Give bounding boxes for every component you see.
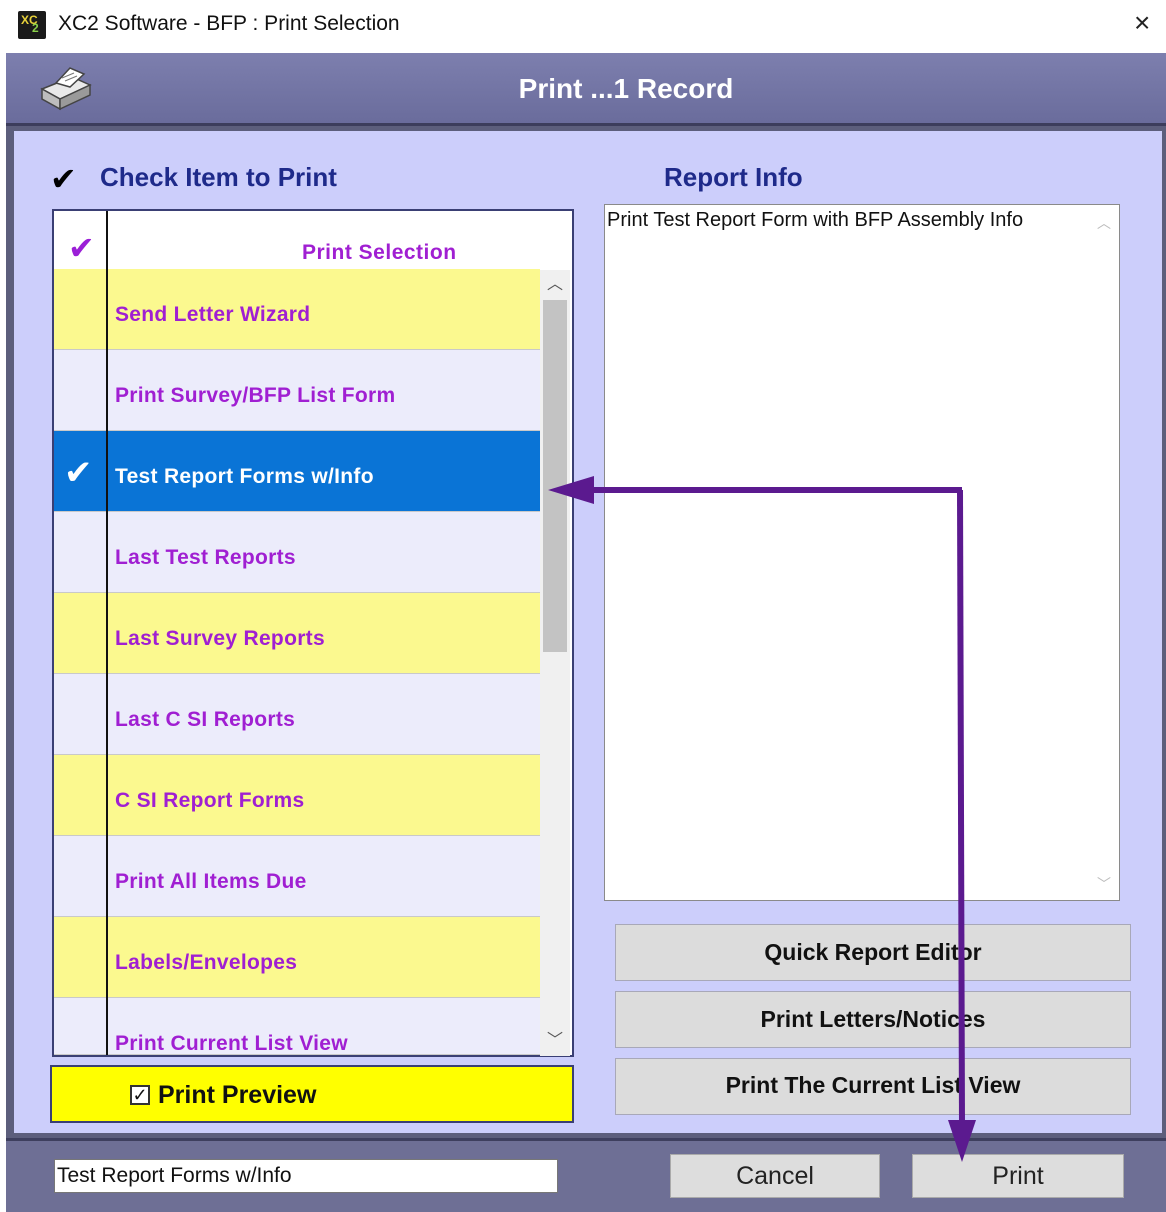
list-item[interactable]: C SI Report Forms bbox=[54, 755, 540, 836]
list-item[interactable]: Last Test Reports bbox=[54, 512, 540, 593]
print-letters-notices-button[interactable]: Print Letters/Notices bbox=[615, 991, 1131, 1048]
report-info-textbox[interactable]: Print Test Report Form with BFP Assembly… bbox=[604, 204, 1120, 901]
list-item-label: C SI Report Forms bbox=[115, 789, 305, 812]
cancel-button[interactable]: Cancel bbox=[670, 1154, 880, 1198]
list-item[interactable]: Print Current List View bbox=[54, 998, 540, 1055]
report-info-text: Print Test Report Form with BFP Assembly… bbox=[607, 209, 1024, 231]
close-icon[interactable]: × bbox=[1134, 8, 1150, 38]
list-item-label: Send Letter Wizard bbox=[115, 303, 311, 326]
header-title: Print ...1 Record bbox=[518, 73, 734, 104]
print-preview-toggle[interactable]: ✓ Print Preview bbox=[50, 1065, 574, 1123]
checkmark-icon: ✔ bbox=[68, 230, 95, 266]
header-band: Print ...1 Record bbox=[6, 53, 1166, 126]
print-preview-label: Print Preview bbox=[158, 1081, 317, 1109]
selected-item-field[interactable]: Test Report Forms w/Info bbox=[54, 1159, 558, 1193]
list-item[interactable]: Labels/Envelopes bbox=[54, 917, 540, 998]
list-item-label: Print All Items Due bbox=[115, 870, 307, 893]
quick-report-editor-button[interactable]: Quick Report Editor bbox=[615, 924, 1131, 981]
list-header: ✔ Print Selection bbox=[54, 211, 572, 269]
list-heading-label: Check Item to Print bbox=[100, 162, 337, 192]
list-column-divider bbox=[106, 211, 108, 1055]
list-item-label: Print Current List View bbox=[115, 1032, 348, 1055]
list-item[interactable]: Last C SI Reports bbox=[54, 674, 540, 755]
print-current-list-view-button[interactable]: Print The Current List View bbox=[615, 1058, 1131, 1115]
app-logo-icon: XC 2 bbox=[18, 11, 46, 39]
chevron-up-icon[interactable]: ︿ bbox=[540, 270, 570, 300]
list-item-label: Labels/Envelopes bbox=[115, 951, 298, 974]
window-title: XC2 Software - BFP : Print Selection bbox=[58, 12, 400, 35]
checkmark-icon: ✔ bbox=[64, 454, 93, 492]
print-button[interactable]: Print bbox=[912, 1154, 1124, 1198]
list-header-label: Print Selection bbox=[302, 241, 457, 264]
list-item-label: Last Test Reports bbox=[115, 546, 296, 569]
list-item[interactable]: Last Survey Reports bbox=[54, 593, 540, 674]
list-item-label: Last C SI Reports bbox=[115, 708, 296, 731]
list-item-label: Test Report Forms w/Info bbox=[115, 465, 374, 488]
list-item[interactable]: ✔ Test Report Forms w/Info bbox=[54, 431, 540, 512]
scrollbar-thumb[interactable] bbox=[543, 300, 567, 652]
report-info-heading: Report Info bbox=[664, 162, 803, 192]
print-preview-checkbox[interactable]: ✓ bbox=[130, 1085, 150, 1105]
list-item[interactable]: Print Survey/BFP List Form bbox=[54, 350, 540, 431]
checkmark-icon: ✔ bbox=[50, 161, 77, 197]
list-item[interactable]: Print All Items Due bbox=[54, 836, 540, 917]
chevron-down-icon[interactable]: ﹀ bbox=[1097, 874, 1111, 894]
list-item-label: Print Survey/BFP List Form bbox=[115, 384, 396, 407]
list-item-label: Last Survey Reports bbox=[115, 627, 325, 650]
list-item[interactable]: Send Letter Wizard bbox=[54, 269, 540, 350]
chevron-down-icon[interactable]: ﹀ bbox=[540, 1026, 570, 1056]
chevron-up-icon[interactable]: ︿ bbox=[1097, 213, 1111, 233]
